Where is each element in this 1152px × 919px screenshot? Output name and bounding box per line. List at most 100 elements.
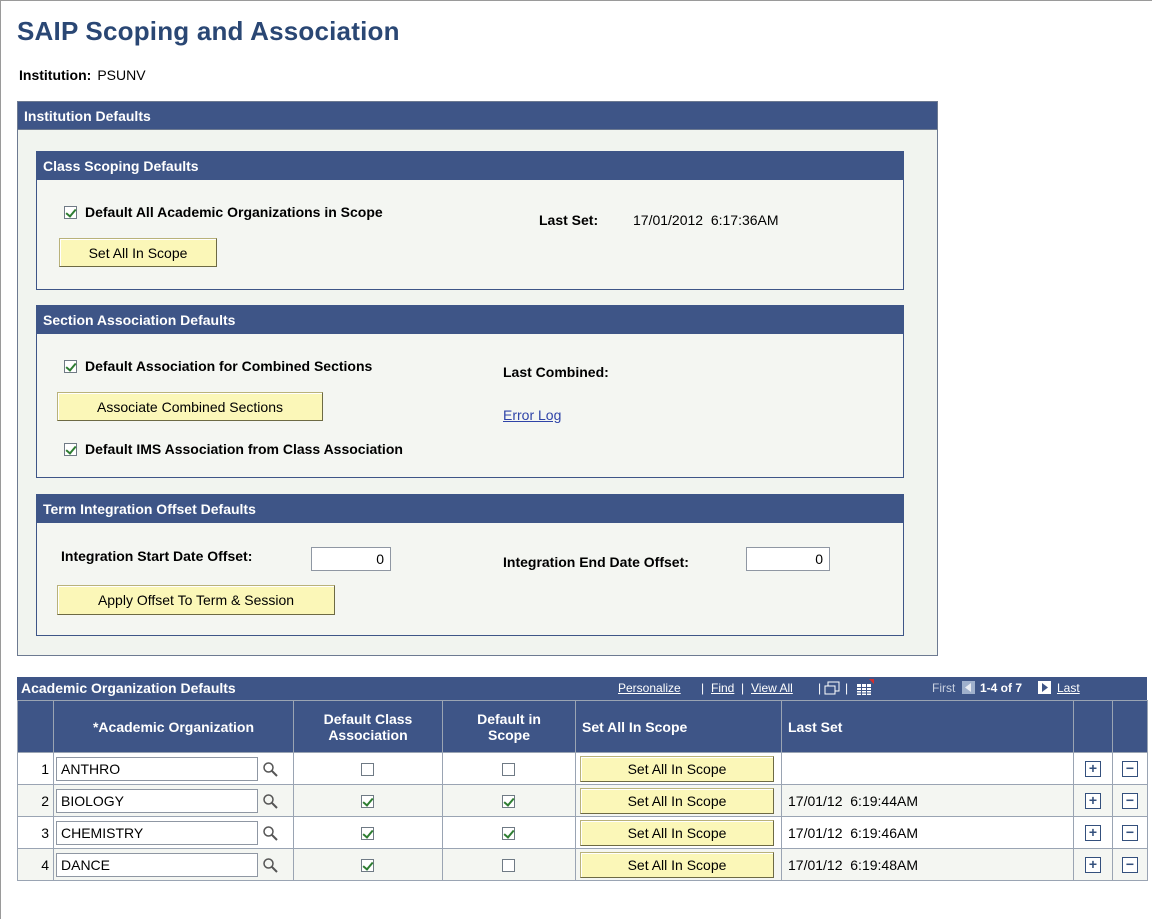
in-scope-checkbox[interactable] [502,858,515,872]
delete-cell: − [1112,784,1148,817]
set-all-cell: Set All In Scope [575,816,782,849]
org-cell [53,816,294,849]
end-offset-label: Integration End Date Offset: [503,554,689,570]
class-assoc-checkbox[interactable] [361,794,374,808]
last-set-cell: 17/01/12 6:19:48AM [781,848,1074,881]
error-log-link[interactable]: Error Log [503,407,561,423]
row-set-all-button[interactable]: Set All In Scope [580,820,774,846]
row-set-all-button[interactable]: Set All In Scope [580,756,774,782]
page-range: 1-4 of 7 [980,681,1023,695]
delete-row-icon[interactable]: − [1122,824,1138,841]
academic-org-input[interactable] [56,821,258,845]
delete-row-icon[interactable]: − [1122,856,1138,873]
delete-cell: − [1112,816,1148,849]
associate-combined-button[interactable]: Associate Combined Sections [57,392,323,421]
add-row-icon[interactable]: + [1085,856,1101,873]
download-grid-icon[interactable] [855,679,875,697]
delete-row-icon[interactable]: − [1122,760,1138,777]
add-row-icon[interactable]: + [1085,760,1101,777]
org-cell [53,848,294,881]
add-cell: + [1073,752,1113,785]
grid-title: Academic Organization Defaults [21,680,236,696]
lookup-search-icon[interactable] [262,793,278,809]
view-all-link[interactable]: View All [751,681,793,695]
next-arrow-icon[interactable] [1038,681,1051,694]
in-scope-cell [442,848,576,881]
in-scope-checkbox[interactable] [502,794,515,808]
delete-cell: − [1112,752,1148,785]
academic-org-input[interactable] [56,757,258,781]
lookup-search-icon[interactable] [262,857,278,873]
col-academic-organization: *Academic Organization [53,700,294,753]
in-scope-checkbox[interactable] [502,762,515,776]
institution-defaults-group: Institution Defaults Class Scoping Defau… [17,101,938,656]
col-last-set: Last Set [781,700,1074,753]
first-label: First [932,681,956,695]
class-scoping-section: Class Scoping Defaults Default All Acade… [36,151,904,290]
org-cell [53,784,294,817]
nav-separator: | [818,681,822,695]
default-ims-checkbox[interactable] [64,443,77,456]
class-assoc-cell [293,816,443,849]
class-scoping-header: Class Scoping Defaults [37,152,903,180]
table-row: 1 Set All In Scope + − [17,752,1148,785]
table-header-row: *Academic Organization Default Class Ass… [17,700,1148,753]
frame-left-border [0,0,1,919]
set-all-cell: Set All In Scope [575,784,782,817]
term-integration-section: Term Integration Offset Defaults Integra… [36,494,904,636]
default-ims-label: Default IMS Association from Class Assoc… [85,441,403,457]
add-row-icon[interactable]: + [1085,792,1101,809]
apply-offset-button[interactable]: Apply Offset To Term & Session [57,585,335,615]
end-offset-input[interactable] [746,547,830,571]
set-all-in-scope-button[interactable]: Set All In Scope [59,238,217,267]
class-assoc-checkbox[interactable] [361,858,374,872]
default-all-scope-checkbox[interactable] [64,206,77,219]
lookup-search-icon[interactable] [262,761,278,777]
class-assoc-checkbox[interactable] [361,826,374,840]
row-number: 4 [17,848,54,881]
org-cell [53,752,294,785]
add-row-icon[interactable]: + [1085,824,1101,841]
in-scope-checkbox[interactable] [502,826,515,840]
last-set-cell: 17/01/12 6:19:44AM [781,784,1074,817]
class-assoc-cell [293,784,443,817]
class-assoc-cell [293,752,443,785]
find-link[interactable]: Find [711,681,734,695]
row-set-all-button[interactable]: Set All In Scope [580,788,774,814]
new-window-icon[interactable] [824,681,840,696]
in-scope-cell [442,784,576,817]
personalize-link[interactable]: Personalize [618,681,681,695]
last-link[interactable]: Last [1057,681,1080,695]
last-set-value: 17/01/2012 6:17:36AM [633,212,779,228]
row-number: 2 [17,784,54,817]
col-row-number [17,700,54,753]
lookup-search-icon[interactable] [262,825,278,841]
col-delete [1112,700,1148,753]
class-assoc-checkbox[interactable] [361,762,374,776]
default-combined-checkbox[interactable] [64,360,77,373]
academic-org-input[interactable] [56,789,258,813]
delete-cell: − [1112,848,1148,881]
grid-header-bar: Academic Organization Defaults Personali… [17,677,1147,700]
default-all-scope-label: Default All Academic Organizations in Sc… [85,204,383,220]
nav-separator: | [845,681,849,695]
section-association-header: Section Association Defaults [37,306,903,334]
academic-org-input[interactable] [56,853,258,877]
default-combined-label: Default Association for Combined Section… [85,358,373,374]
col-default-in-scope: Default in Scope [442,700,576,753]
last-set-cell [781,752,1074,785]
table-row: 4 Set All In Scope 17/01/12 6:19:48AM + … [17,848,1148,881]
row-number: 1 [17,752,54,785]
in-scope-cell [442,816,576,849]
set-all-cell: Set All In Scope [575,848,782,881]
row-number: 3 [17,816,54,849]
page-title: SAIP Scoping and Association [17,16,400,46]
nav-separator: | [741,681,745,695]
start-offset-input[interactable] [311,547,391,571]
delete-row-icon[interactable]: − [1122,792,1138,809]
row-set-all-button[interactable]: Set All In Scope [580,852,774,878]
frame-top-border [0,0,1152,1]
col-default-class-association: Default Class Association [293,700,443,753]
add-cell: + [1073,784,1113,817]
set-all-cell: Set All In Scope [575,752,782,785]
